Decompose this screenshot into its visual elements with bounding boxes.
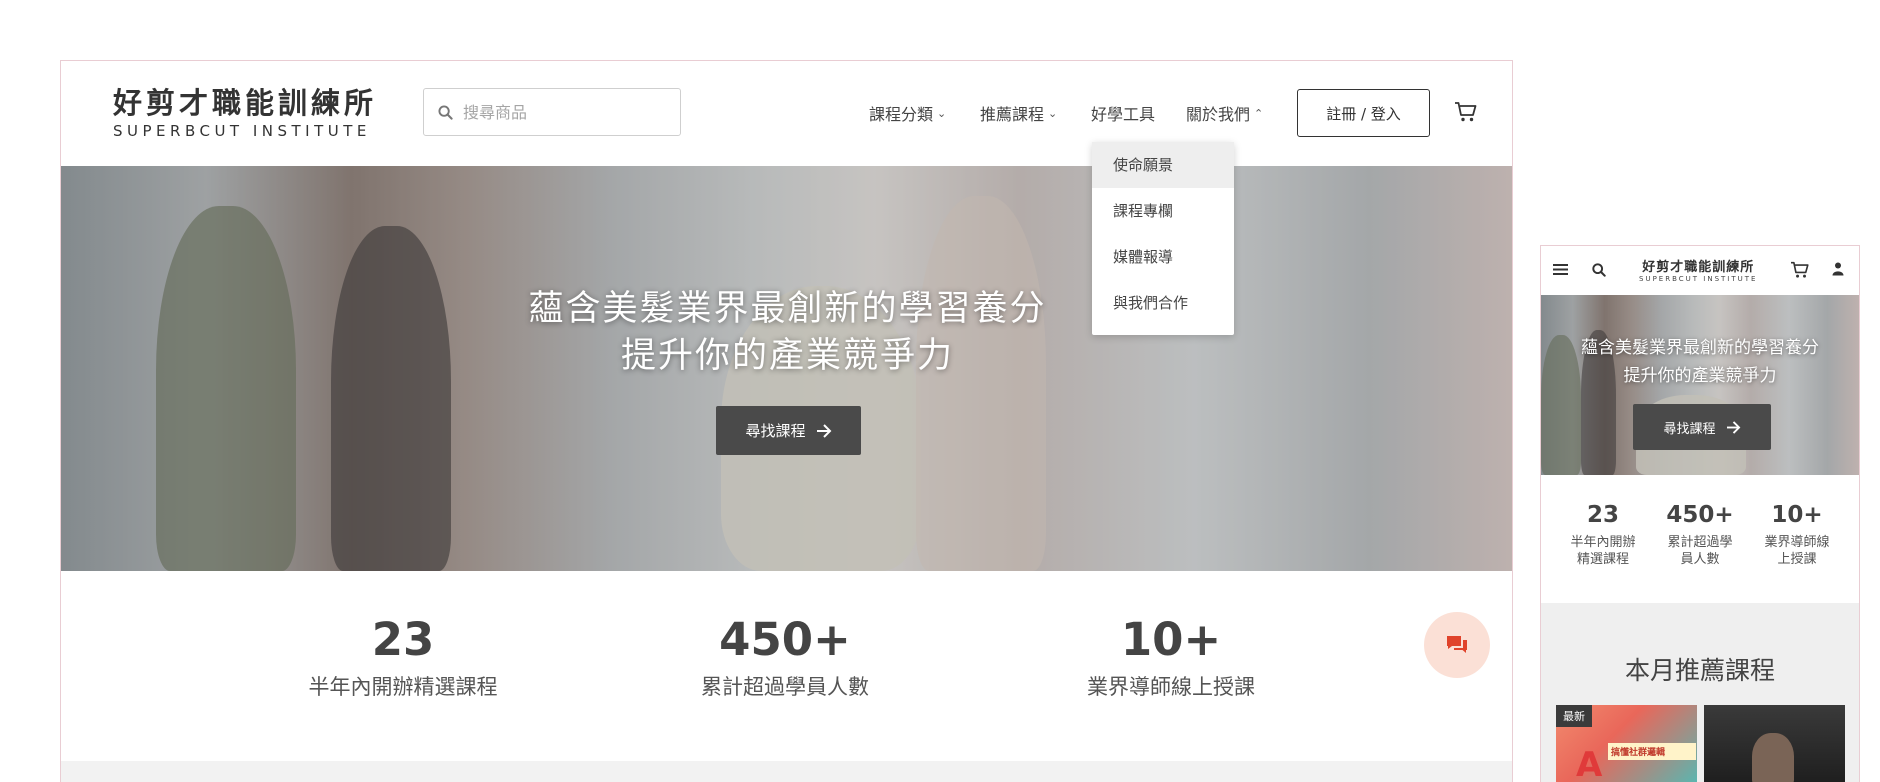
stat-item: 450+ 累計超過學員人數 [635, 613, 935, 701]
hero-headline-line1: 蘊含美髮業界最創新的學習養分 [528, 289, 1047, 329]
stat-number: 10+ [1120, 613, 1222, 666]
chevron-down-icon: ⌄ [937, 106, 947, 120]
instructor-figure [1752, 733, 1794, 782]
stat-item: 23 半年內開辦精選課程 [253, 613, 553, 701]
dropdown-item-mission[interactable]: 使命願景 [1092, 142, 1234, 188]
arrow-right-icon [816, 423, 831, 438]
stat-item: 10+ 業界導師線上授課 [1749, 502, 1845, 568]
stat-number: 450+ [719, 613, 851, 666]
stat-item: 10+ 業界導師線上授課 [1021, 613, 1321, 701]
hero-headline-line1: 蘊含美髮業界最創新的學習養分 [1581, 338, 1819, 358]
logo[interactable]: 好剪才職能訓練所 SUPERBCUT INSTITUTE [113, 86, 377, 140]
about-us-dropdown-menu: 使命願景 課程專欄 媒體報導 與我們合作 [1092, 142, 1234, 335]
mobile-logo[interactable]: 好剪才職能訓練所 SUPERBCUT INSTITUTE [1639, 256, 1757, 283]
search-icon[interactable] [1592, 263, 1606, 277]
register-login-button[interactable]: 註冊 / 登入 [1297, 89, 1430, 137]
arrow-right-icon [1726, 420, 1740, 434]
stat-number: 10+ [1771, 502, 1823, 528]
logo-chinese: 好剪才職能訓練所 [113, 86, 378, 120]
cart-icon[interactable] [1790, 261, 1810, 279]
course-card[interactable] [1704, 705, 1845, 782]
recommended-courses-section: 本月推薦課程 最新 搞懂社群邏輯 A [1541, 603, 1859, 782]
find-course-button[interactable]: 尋找課程 [716, 406, 861, 455]
mobile-hero-banner: 蘊含美髮業界最創新的學習養分 提升你的產業競爭力 尋找課程 [1541, 295, 1859, 475]
nav-label: 推薦課程 [980, 105, 1045, 124]
stat-label: 半年內開辦精選課程 [308, 675, 498, 699]
logo-chinese: 好剪才職能訓練所 [1642, 260, 1755, 275]
search-box[interactable] [423, 88, 681, 136]
user-icon[interactable] [1832, 262, 1844, 276]
stat-number: 23 [1586, 502, 1619, 528]
stat-item: 450+ 累計超過學員人數 [1652, 502, 1748, 568]
chat-icon [1447, 636, 1467, 653]
nav-learning-tools[interactable]: 好學工具 [1091, 101, 1155, 125]
stat-label: 半年內開辦精選課程 [1570, 535, 1636, 567]
hero-headline-line2: 提升你的產業競爭力 [1623, 366, 1777, 386]
nav-label: 課程分類 [869, 105, 934, 124]
logo-english: SUPERBCUT INSTITUTE [113, 122, 371, 140]
stats-section: 23 半年內開辦精選課程 450+ 累計超過學員人數 10+ 業界導師線上授課 [61, 571, 1512, 761]
search-icon [438, 104, 453, 120]
stat-number: 23 [371, 613, 435, 666]
course-card[interactable]: 最新 搞懂社群邏輯 A [1556, 705, 1697, 782]
hero-banner: 蘊含美髮業界最創新的學習養分 提升你的產業競爭力 尋找課程 [61, 166, 1512, 571]
desktop-frame: 好剪才職能訓練所 SUPERBCUT INSTITUTE 課程分類 ⌄ 推薦課程… [60, 60, 1513, 782]
hero-headline-line2: 提升你的產業競爭力 [620, 336, 954, 376]
stat-label: 累計超過學員人數 [701, 675, 869, 699]
stat-item: 23 半年內開辦精選課程 [1555, 502, 1651, 568]
stat-label: 累計超過學員人數 [1667, 535, 1733, 567]
new-badge: 最新 [1556, 705, 1592, 727]
dropdown-item-course-column[interactable]: 課程專欄 [1092, 188, 1234, 234]
stat-label: 業界導師線上授課 [1764, 535, 1830, 567]
nav-course-category[interactable]: 課程分類 ⌄ [869, 101, 946, 125]
stat-label: 業界導師線上授課 [1087, 675, 1255, 699]
mobile-frame: 好剪才職能訓練所 SUPERBCUT INSTITUTE 蘊含美髮業界最創新的學… [1540, 245, 1860, 782]
course-card-title: 搞懂社群邏輯 [1608, 743, 1696, 760]
mobile-header: 好剪才職能訓練所 SUPERBCUT INSTITUTE [1541, 246, 1859, 295]
find-course-label: 尋找課程 [745, 422, 806, 440]
find-course-label: 尋找課程 [1663, 421, 1716, 437]
header: 好剪才職能訓練所 SUPERBCUT INSTITUTE 課程分類 ⌄ 推薦課程… [61, 61, 1512, 166]
hamburger-menu-icon[interactable] [1553, 263, 1568, 276]
section-title: 本月推薦課程 [1624, 656, 1775, 685]
find-course-button[interactable]: 尋找課程 [1633, 404, 1771, 450]
stat-number: 450+ [1666, 502, 1734, 528]
nav-recommended-courses[interactable]: 推薦課程 ⌄ [980, 101, 1057, 125]
mobile-stats-section: 23 半年內開辦 精選課程 450+ 累計超過學 員人數 10+ 業界導師線 上授課 [1541, 475, 1859, 600]
letter-a-graphic: A [1576, 745, 1603, 782]
nav-about-us[interactable]: 關於我們 ⌃ [1186, 101, 1263, 125]
chevron-up-icon: ⌃ [1254, 106, 1264, 120]
cart-icon[interactable] [1454, 101, 1478, 127]
dropdown-item-cooperate[interactable]: 與我們合作 [1092, 280, 1234, 326]
nav-label: 好學工具 [1091, 105, 1156, 124]
dropdown-item-media[interactable]: 媒體報導 [1092, 234, 1234, 280]
nav-label: 關於我們 [1186, 105, 1251, 124]
next-section-strip [61, 761, 1512, 782]
search-input[interactable] [461, 101, 665, 123]
chat-button[interactable] [1424, 612, 1490, 678]
logo-english: SUPERBCUT INSTITUTE [1639, 275, 1758, 283]
chevron-down-icon: ⌄ [1048, 106, 1058, 120]
